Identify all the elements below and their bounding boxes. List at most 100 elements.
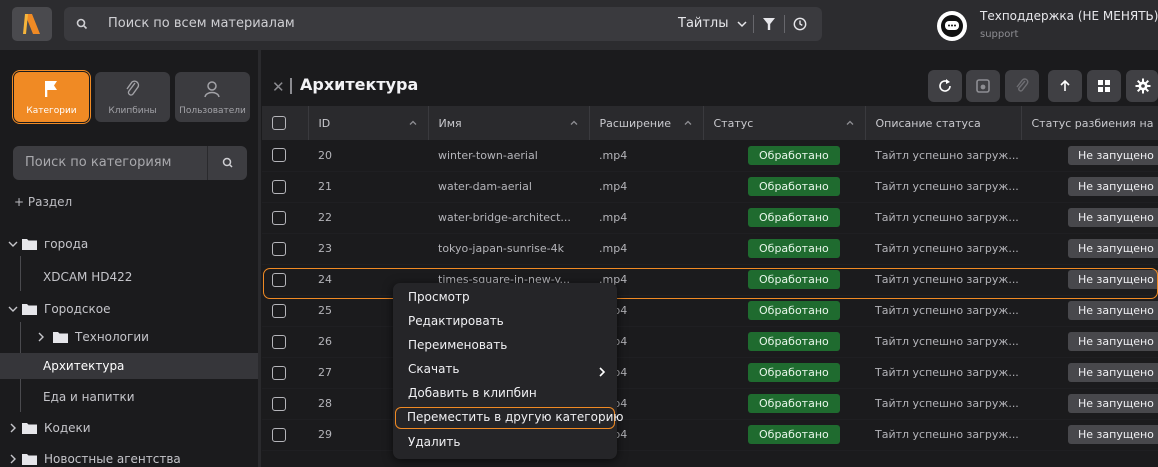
tree-item-novostnye[interactable]: Новостные агентства [0, 446, 258, 467]
row-checkbox-box[interactable] [272, 365, 286, 380]
table-row[interactable]: 20 winter-town-aerial .mp4 Обработано Тайтл … [262, 140, 1158, 172]
category-search-field[interactable]: Поиск по категориям [13, 146, 247, 180]
status-badge: Обработано [748, 239, 840, 258]
tab-clipbins[interactable]: Клипбины [95, 72, 170, 122]
tree-item-arkhitektura[interactable]: Архитектура [0, 353, 258, 379]
support-user-name[interactable]: Техподдержка (НЕ МЕНЯТЬ) [980, 9, 1158, 23]
row-checkbox-box[interactable] [272, 396, 286, 411]
menu-item-label: Скачать [408, 362, 460, 376]
folder-icon [22, 454, 37, 465]
row-checkbox[interactable] [262, 140, 308, 172]
split-status-badge: Не запущено [1068, 332, 1158, 351]
chevron-down-icon[interactable] [736, 18, 748, 30]
tree-item-gorodskoe[interactable]: Городское [0, 296, 258, 322]
settings-button[interactable] [1126, 70, 1158, 102]
chevron-right-icon[interactable] [8, 423, 18, 433]
split-status-badge: Не запущено [1068, 301, 1158, 320]
cell-status-description: Тайтл успешно загруж... [865, 295, 1021, 327]
table-row[interactable]: 23 tokyo-japan-sunrise-4k .mp4 Обработано Та… [262, 233, 1158, 265]
cell-status-description-text: Тайтл успешно загруж... [875, 397, 1019, 410]
select-all-cell[interactable] [262, 106, 309, 140]
split-status-badge: Не запущено [1068, 363, 1158, 382]
row-checkbox-box[interactable] [272, 148, 286, 163]
sort-arrow-icon[interactable] [408, 118, 418, 128]
column-status[interactable]: Статус [703, 106, 866, 140]
column-id[interactable]: ID [308, 106, 429, 140]
cell-name-text: water-bridge-architect... [438, 211, 571, 224]
tab-users[interactable]: Пользователи [175, 72, 250, 122]
upload-button[interactable] [1048, 70, 1082, 102]
search-scope-dropdown[interactable]: Тайтлы [678, 16, 729, 31]
cell-id-text: 22 [318, 211, 332, 224]
cell-status-description-text: Тайтл успешно загруж... [875, 148, 1019, 162]
column-split-status[interactable]: Статус разбиения на [1021, 106, 1158, 140]
row-checkbox[interactable] [262, 295, 308, 327]
tree-item-kodeki[interactable]: Кодеки [0, 415, 258, 441]
history-clock-icon[interactable] [793, 17, 807, 31]
global-search-input[interactable]: Поиск по всем материалам [108, 16, 295, 31]
status-badge: Обработано [748, 208, 840, 227]
flag-icon [45, 81, 57, 97]
sort-arrow-icon[interactable] [845, 118, 855, 128]
app-logo[interactable] [12, 7, 52, 41]
sort-arrow-icon[interactable] [569, 118, 579, 128]
row-checkbox[interactable] [262, 264, 308, 296]
sidebar: Категории Клипбины Пользователи Поиск по… [0, 66, 258, 467]
menu-item-move-to-category[interactable]: Переместить в другую категорию [395, 407, 623, 429]
row-checkbox-box[interactable] [272, 210, 286, 225]
tree-item-eda[interactable]: Еда и напитки [0, 384, 258, 410]
row-checkbox[interactable] [262, 326, 308, 358]
support-avatar[interactable] [937, 11, 967, 41]
row-checkbox-box[interactable] [272, 241, 286, 256]
tree-item-xdcam[interactable]: XDCAM HD422 [0, 264, 258, 290]
chevron-right-icon[interactable] [8, 454, 18, 464]
close-panel-icon[interactable]: ✕ [272, 78, 285, 96]
row-checkbox-box[interactable] [272, 272, 286, 287]
row-checkbox[interactable] [262, 419, 308, 451]
row-checkbox[interactable] [262, 388, 308, 420]
category-search-input[interactable]: Поиск по категориям [25, 155, 171, 170]
row-checkbox-box[interactable] [272, 334, 286, 349]
table-row[interactable]: 22 water-bridge-architect... .mp4 Обработан… [262, 202, 1158, 234]
global-search-bar[interactable]: Поиск по всем материалам Тайтлы [64, 7, 822, 41]
view-toggle-button[interactable] [1087, 70, 1121, 102]
split-status-badge: Не запущено [1068, 270, 1158, 289]
tree-item-goroda[interactable]: города [0, 231, 258, 257]
cell-name: water-dam-aerial [428, 171, 589, 203]
row-checkbox-box[interactable] [272, 303, 286, 318]
column-status-description[interactable]: Описание статуса [865, 106, 1022, 140]
sort-arrow-icon[interactable] [683, 118, 693, 128]
table-row[interactable]: 21 water-dam-aerial .mp4 Обработано Тайтл ус… [262, 171, 1158, 203]
cell-status-description: Тайтл успешно загруж... [865, 326, 1021, 358]
split-status-badge: Не запущено [1068, 239, 1158, 258]
tab-categories[interactable]: Категории [14, 72, 89, 122]
row-checkbox[interactable] [262, 202, 308, 234]
category-search-button[interactable] [207, 146, 247, 180]
row-checkbox-box[interactable] [272, 427, 286, 442]
row-checkbox[interactable] [262, 233, 308, 265]
row-checkbox[interactable] [262, 171, 308, 203]
split-status-badge: Не запущено [1068, 394, 1158, 413]
save-to-clipbin-button[interactable] [966, 70, 1000, 102]
chevron-down-icon[interactable] [8, 304, 18, 314]
column-name[interactable]: Имя [428, 106, 590, 140]
refresh-button[interactable] [928, 70, 962, 102]
sidebar-resize-handle[interactable] [258, 50, 261, 467]
status-badge: Обработано [748, 363, 840, 382]
page-title: Архитектура [300, 75, 419, 94]
cell-id: 21 [308, 171, 428, 203]
select-all-checkbox[interactable] [272, 116, 286, 130]
row-checkbox[interactable] [262, 357, 308, 389]
logo-icon [23, 14, 40, 34]
filter-icon[interactable] [762, 17, 776, 31]
attach-button[interactable] [1005, 70, 1039, 102]
tree-item-tekhnologii[interactable]: Технологии [0, 324, 258, 350]
chevron-right-icon[interactable] [36, 332, 46, 342]
row-checkbox-box[interactable] [272, 179, 286, 194]
column-extension[interactable]: Расширение [589, 106, 704, 140]
add-section-button[interactable]: + Раздел [14, 195, 72, 209]
column-label: Имя [438, 116, 462, 130]
split-status-badge: Не запущено [1068, 177, 1158, 196]
table-header-row: ID Имя Расширение Статус Описание статус… [262, 106, 1158, 140]
chevron-down-icon[interactable] [8, 239, 18, 249]
